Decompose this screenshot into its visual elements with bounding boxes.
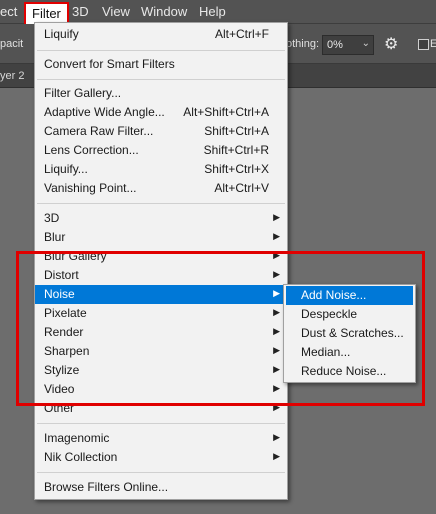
menu-separator — [37, 203, 285, 204]
opacity-label: pacit — [0, 38, 24, 50]
menu-separator — [37, 50, 285, 51]
option-checkbox[interactable] — [418, 39, 429, 50]
menu-item-shortcut: Shift+Ctrl+R — [203, 143, 269, 157]
menu-item-shortcut: Alt+Ctrl+V — [214, 181, 269, 195]
smoothing-label: othing: — [286, 38, 320, 50]
menu-item-label: Convert for Smart Filters — [44, 57, 175, 71]
menu-item-label: Blur — [44, 230, 66, 244]
menu-item-label: 3D — [44, 211, 60, 225]
menu-item-shortcut: Alt+Shift+Ctrl+A — [183, 105, 269, 119]
menu-item-vanishing-point[interactable]: Vanishing Point... Alt+Ctrl+V — [35, 179, 287, 198]
menu-item-adaptive-wide-angle[interactable]: Adaptive Wide Angle... Alt+Shift+Ctrl+A — [35, 103, 287, 122]
menu-item-camera-raw-filter[interactable]: Camera Raw Filter... Shift+Ctrl+A — [35, 122, 287, 141]
menu-item-3d[interactable]: 3D ▶ — [35, 209, 287, 228]
menu-separator — [37, 472, 285, 473]
menu-item-shortcut: Shift+Ctrl+A — [204, 124, 269, 138]
checkbox-label: E — [430, 38, 436, 50]
menu-item-shortcut: Alt+Ctrl+F — [214, 27, 269, 41]
menu-item-label: Browse Filters Online... — [44, 480, 169, 494]
menu-help[interactable]: Help — [199, 4, 226, 19]
menu-item-imagenomic[interactable]: Imagenomic ▶ — [35, 429, 287, 448]
smoothing-value: 0% — [327, 39, 343, 51]
menu-item-label: Lens Correction... — [44, 143, 139, 157]
menu-item-last-filter[interactable]: Liquify Alt+Ctrl+F — [35, 25, 287, 44]
menu-item-shortcut: Shift+Ctrl+X — [204, 162, 269, 176]
menu-item-lens-correction[interactable]: Lens Correction... Shift+Ctrl+R — [35, 141, 287, 160]
highlight-annotation-box — [16, 251, 425, 406]
gear-icon[interactable]: ⚙ — [384, 34, 398, 54]
menu-separator — [37, 423, 285, 424]
menu-item-nik-collection[interactable]: Nik Collection ▶ — [35, 448, 287, 467]
menubar: ect Filter 3D View Window Help — [0, 0, 436, 26]
menu-item-label: Vanishing Point... — [44, 181, 137, 195]
menu-3d[interactable]: 3D — [72, 4, 89, 19]
submenu-arrow-icon: ▶ — [273, 451, 280, 461]
menu-item-label: Nik Collection — [44, 450, 118, 464]
menu-item-convert-smart-filters[interactable]: Convert for Smart Filters — [35, 55, 287, 74]
menu-item-label: Liquify — [44, 27, 79, 41]
document-tab[interactable]: yer 2 — [0, 70, 24, 82]
smoothing-dropdown[interactable]: 0% ⌄ — [322, 35, 374, 55]
chevron-down-icon: ⌄ — [361, 38, 370, 49]
submenu-arrow-icon: ▶ — [273, 212, 280, 222]
menu-view[interactable]: View — [102, 4, 130, 19]
menu-window[interactable]: Window — [141, 4, 187, 19]
menu-item-label: Imagenomic — [44, 431, 110, 445]
submenu-arrow-icon: ▶ — [273, 231, 280, 241]
menu-select[interactable]: ect — [0, 4, 17, 19]
menu-separator — [37, 79, 285, 80]
menu-item-label: Liquify... — [44, 162, 88, 176]
menu-item-label: Adaptive Wide Angle... — [44, 105, 165, 119]
menu-item-liquify[interactable]: Liquify... Shift+Ctrl+X — [35, 160, 287, 179]
submenu-arrow-icon: ▶ — [273, 432, 280, 442]
menu-item-label: Filter Gallery... — [44, 86, 122, 100]
menu-item-label: Camera Raw Filter... — [44, 124, 154, 138]
menu-item-browse-filters-online[interactable]: Browse Filters Online... — [35, 478, 287, 497]
menu-item-filter-gallery[interactable]: Filter Gallery... — [35, 84, 287, 103]
menu-item-blur[interactable]: Blur ▶ — [35, 228, 287, 247]
